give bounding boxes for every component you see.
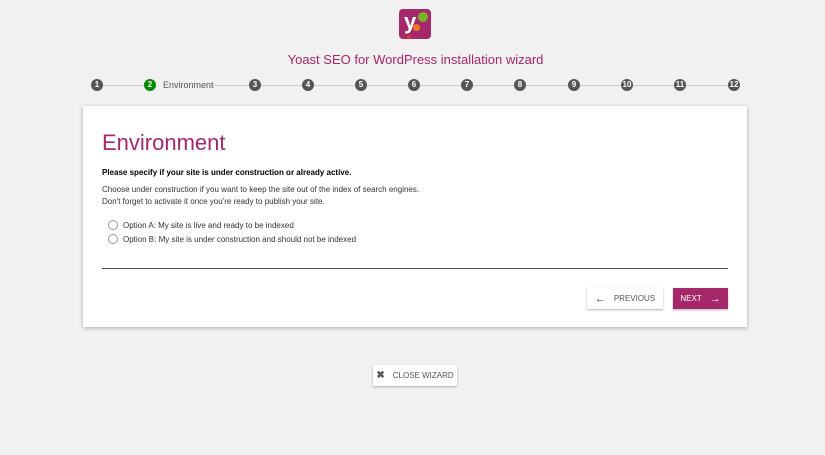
- step-11[interactable]: 11: [674, 79, 686, 91]
- arrow-right-icon: →: [709, 292, 721, 305]
- step-7[interactable]: 7: [461, 79, 473, 91]
- step-9[interactable]: 9: [568, 79, 580, 91]
- arrow-left-icon: ←: [594, 292, 606, 305]
- step-3[interactable]: 3: [249, 79, 261, 91]
- option-a-radio[interactable]: [108, 220, 118, 230]
- yoast-logo: y: [399, 9, 431, 39]
- step-6[interactable]: 6: [408, 79, 420, 91]
- close-wizard-button[interactable]: ✖ CLOSE WIZARD: [373, 365, 457, 386]
- environment-card: Environment Please specify if your site …: [83, 106, 747, 327]
- step-4[interactable]: 4: [302, 79, 314, 91]
- step-2-label: Environment: [163, 80, 214, 90]
- option-b-label[interactable]: Option B: My site is under construction …: [123, 235, 356, 244]
- previous-label: PREVIOUS: [613, 294, 656, 303]
- step-12[interactable]: 12: [728, 79, 740, 91]
- step-5[interactable]: 5: [355, 79, 367, 91]
- step-10[interactable]: 10: [621, 79, 633, 91]
- step-1[interactable]: 1: [91, 79, 103, 91]
- next-button[interactable]: NEXT →: [673, 288, 728, 309]
- option-a-label[interactable]: Option A: My site is live and ready to b…: [123, 221, 294, 230]
- description-1: Choose under construction if you want to…: [102, 185, 420, 194]
- option-b-radio[interactable]: [108, 234, 118, 244]
- wizard-title: Yoast SEO for WordPress installation wiz…: [287, 52, 544, 67]
- description-2: Don't forget to activate it once you're …: [102, 197, 325, 206]
- close-icon: ✖: [376, 370, 385, 381]
- close-wizard-label: CLOSE WIZARD: [392, 371, 454, 380]
- page-title: Environment: [102, 130, 226, 155]
- next-label: NEXT: [680, 294, 702, 303]
- question: Please specify if your site is under con…: [102, 168, 352, 177]
- previous-button[interactable]: ← PREVIOUS: [587, 288, 663, 309]
- step-2[interactable]: 2: [144, 79, 156, 91]
- step-8[interactable]: 8: [514, 79, 526, 91]
- divider: [102, 268, 728, 269]
